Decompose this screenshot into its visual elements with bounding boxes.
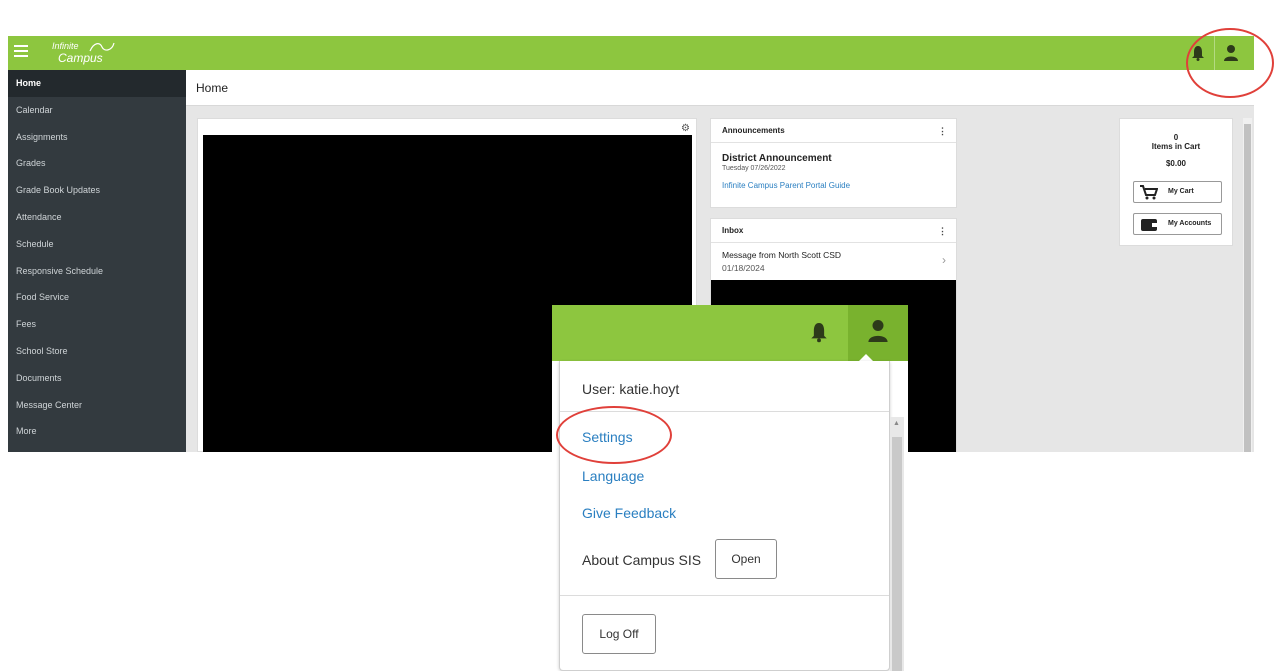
gear-icon[interactable]: ⚙ xyxy=(681,123,690,134)
inbox-message-title: Message from North Scott CSD xyxy=(722,250,842,260)
hamburger-menu-icon[interactable] xyxy=(14,45,28,61)
announcements-header: Announcements ⋮ xyxy=(711,119,956,143)
sidebar-item-home[interactable]: Home xyxy=(8,70,186,97)
notifications-bell-icon[interactable] xyxy=(810,321,828,343)
sidebar-item-fees[interactable]: Fees xyxy=(8,311,186,338)
sidebar-item-grade-book-updates[interactable]: Grade Book Updates xyxy=(8,177,186,204)
chevron-right-icon: › xyxy=(942,253,946,267)
sidebar-item-schedule[interactable]: Schedule xyxy=(8,231,186,258)
user-profile-button[interactable] xyxy=(848,305,908,361)
sidebar-item-grades[interactable]: Grades xyxy=(8,150,186,177)
sidebar-item-more[interactable]: More xyxy=(8,418,186,445)
menu-language-link[interactable]: Language xyxy=(582,468,644,484)
announcements-card: Announcements ⋮ District Announcement Tu… xyxy=(710,118,957,208)
menu-give-feedback-link[interactable]: Give Feedback xyxy=(582,505,676,521)
sidebar-item-assignments[interactable]: Assignments xyxy=(8,124,186,151)
kebab-menu-icon[interactable]: ⋮ xyxy=(938,219,947,243)
user-menu-zoom: User: katie.hoyt Settings Language Give … xyxy=(552,305,908,671)
cart-item-count: 0 xyxy=(1173,133,1179,142)
cart-card: 0 Items in Cart $0.00 My Cart My Account… xyxy=(1119,118,1233,246)
annotation-circle-settings xyxy=(556,406,672,464)
menu-about-label: About Campus SIS xyxy=(582,552,702,568)
menu-divider xyxy=(560,595,889,596)
my-accounts-button[interactable]: My Accounts xyxy=(1133,213,1222,235)
page-scrollbar-thumb[interactable] xyxy=(1244,124,1251,452)
logo-swoosh-icon xyxy=(89,42,115,52)
sidebar-item-school-store[interactable]: School Store xyxy=(8,338,186,365)
user-profile-icon xyxy=(868,320,888,342)
announcement-title: District Announcement xyxy=(722,153,832,164)
menu-username: User: katie.hoyt xyxy=(582,381,680,397)
my-accounts-label: My Accounts xyxy=(1168,220,1212,227)
inbox-heading: Inbox xyxy=(722,226,744,235)
my-cart-label: My Cart xyxy=(1168,188,1194,195)
sidebar-item-responsive-schedule[interactable]: Responsive Schedule xyxy=(8,258,186,285)
inbox-message-item[interactable]: Message from North Scott CSD 01/18/2024 … xyxy=(711,243,956,279)
announcement-date: Tuesday 07/26/2022 xyxy=(722,165,786,172)
cart-item-label: Items in Cart xyxy=(1151,142,1201,151)
open-about-button[interactable]: Open xyxy=(715,539,777,579)
sidebar-item-food-service[interactable]: Food Service xyxy=(8,284,186,311)
annotation-circle-user-icon xyxy=(1186,28,1274,98)
announcements-heading: Announcements xyxy=(722,126,785,135)
shopping-cart-icon xyxy=(1140,185,1158,200)
my-cart-button[interactable]: My Cart xyxy=(1133,181,1222,203)
menu-scrollbar[interactable]: ▲ xyxy=(890,417,904,671)
page-title: Home xyxy=(196,81,229,95)
inbox-message-date: 01/18/2024 xyxy=(722,263,765,273)
sidebar-item-calendar[interactable]: Calendar xyxy=(8,97,186,124)
campus-logo[interactable]: Infinite Campus xyxy=(44,40,115,64)
scroll-up-arrow-icon[interactable]: ▲ xyxy=(893,420,900,427)
sidebar-item-attendance[interactable]: Attendance xyxy=(8,204,186,231)
sidebar-item-message-center[interactable]: Message Center xyxy=(8,392,186,419)
page-header: Home xyxy=(186,70,1254,106)
log-off-button[interactable]: Log Off xyxy=(582,614,656,654)
parent-portal-guide-link[interactable]: Infinite Campus Parent Portal Guide xyxy=(711,172,956,190)
kebab-menu-icon[interactable]: ⋮ xyxy=(938,119,947,143)
zoomed-top-bar xyxy=(552,305,908,361)
top-bar: Infinite Campus xyxy=(8,36,1254,70)
inbox-header: Inbox ⋮ xyxy=(711,219,956,243)
sidebar-item-documents[interactable]: Documents xyxy=(8,365,186,392)
wallet-icon xyxy=(1141,219,1157,231)
menu-scrollbar-thumb[interactable] xyxy=(892,437,902,671)
page-scrollbar[interactable] xyxy=(1243,118,1252,452)
sidebar-nav: Home Calendar Assignments Grades Grade B… xyxy=(8,70,186,452)
cart-total: $0.00 xyxy=(1165,159,1187,168)
